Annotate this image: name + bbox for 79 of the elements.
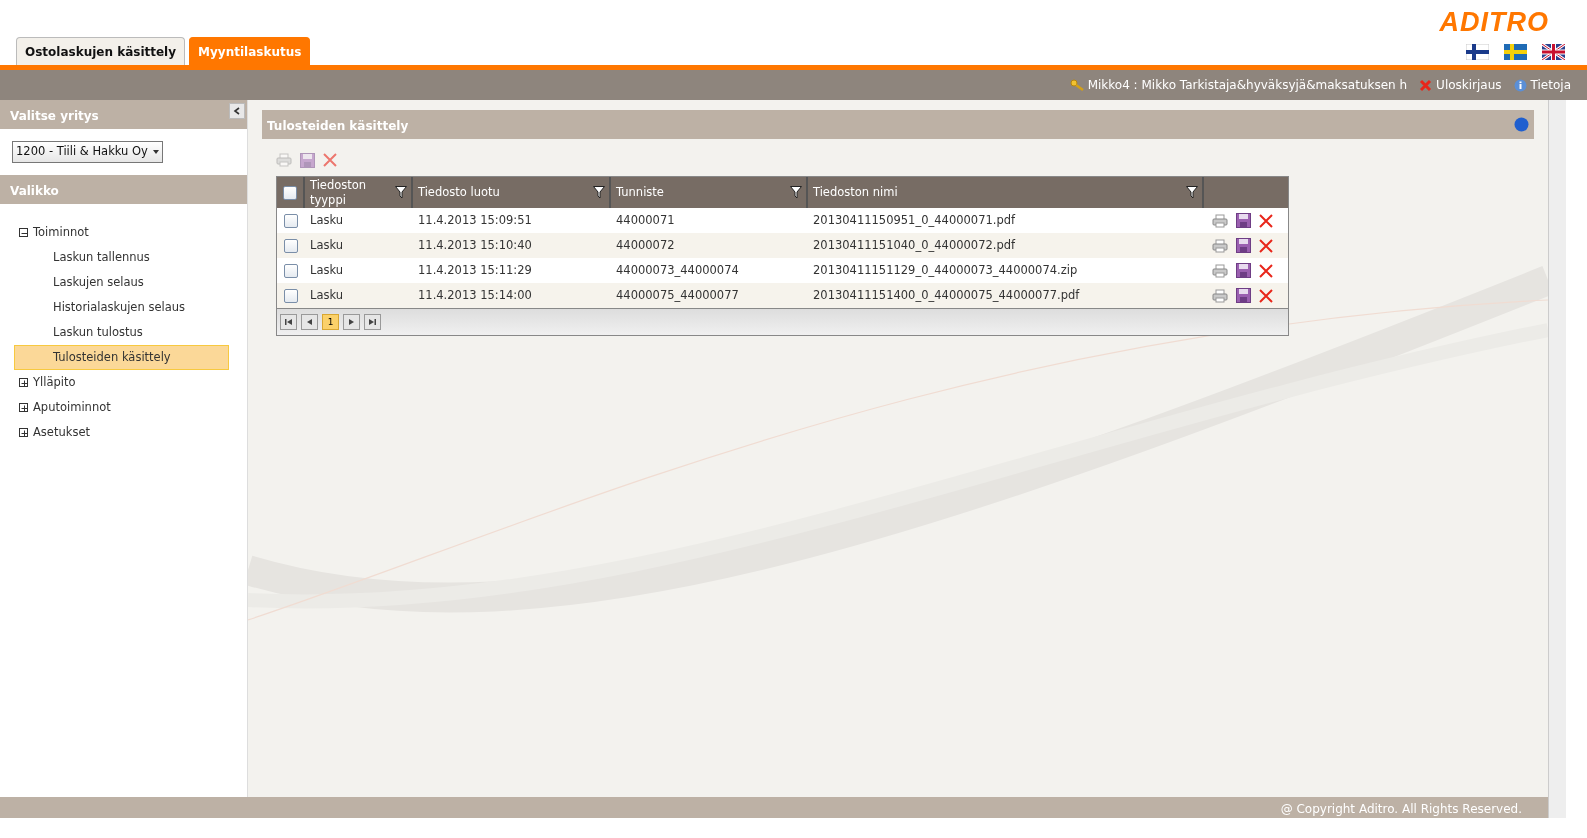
printer-icon[interactable] bbox=[1212, 263, 1228, 278]
filter-icon[interactable] bbox=[395, 186, 407, 199]
save-icon[interactable] bbox=[1236, 238, 1251, 253]
filter-icon[interactable] bbox=[790, 186, 802, 199]
chevron-icon bbox=[233, 107, 241, 115]
column-header[interactable]: Tiedosto luotu bbox=[418, 185, 500, 200]
scrollbar[interactable] bbox=[1548, 100, 1566, 818]
delete-icon[interactable] bbox=[1259, 238, 1273, 253]
delete-icon[interactable] bbox=[323, 153, 337, 168]
expand-icon[interactable] bbox=[19, 378, 28, 387]
checkbox[interactable] bbox=[284, 213, 298, 228]
column-header[interactable]: Tiedoston nimi bbox=[813, 185, 898, 200]
delete-icon[interactable] bbox=[1259, 263, 1273, 278]
table-cell-text: 20130411151040_0_44000072.pdf bbox=[812, 236, 1017, 254]
save-icon[interactable] bbox=[1236, 288, 1251, 303]
table-cell-text: 11.4.2013 15:09:51 bbox=[417, 211, 533, 229]
expand-icon[interactable] bbox=[19, 428, 28, 437]
table-cell-text: Lasku bbox=[309, 236, 345, 254]
table-cell-text: 20130411150951_0_44000071.pdf bbox=[812, 211, 1017, 229]
checkbox[interactable] bbox=[283, 185, 297, 200]
app-tab[interactable]: Ostolaskujen käsittely bbox=[16, 37, 186, 65]
column-header[interactable]: Tiedoston tyyppi bbox=[310, 178, 380, 207]
table-cell-text: 11.4.2013 15:14:00 bbox=[417, 286, 533, 304]
printer-icon[interactable] bbox=[1212, 288, 1228, 303]
delete-icon[interactable] bbox=[1259, 288, 1273, 303]
logo: ADITRO bbox=[1439, 6, 1549, 39]
panel-title: Tulosteiden käsittely bbox=[267, 118, 409, 132]
company-select[interactable]: 1200 - Tiili & Hakku Oy bbox=[12, 141, 163, 163]
table-cell-text: 11.4.2013 15:10:40 bbox=[417, 236, 533, 254]
user-name: Mikko4 : Mikko Tarkistaja&hyväksyjä&maksatuksen h bbox=[1087, 77, 1408, 94]
sidebar-heading: Valikko bbox=[0, 175, 247, 204]
column-header[interactable]: Tunniste bbox=[616, 185, 664, 200]
info-link[interactable]: Tietoja bbox=[1530, 76, 1571, 94]
menu-group[interactable]: Ylläpito bbox=[33, 373, 76, 392]
collapse-icon[interactable] bbox=[19, 228, 28, 237]
key-icon bbox=[1069, 79, 1084, 91]
union-flag-icon[interactable] bbox=[1542, 44, 1565, 60]
table-cell-text: Lasku bbox=[309, 261, 345, 279]
sidebar-heading: Valitse yritys bbox=[0, 100, 247, 129]
table-cell-text: 44000075_44000077 bbox=[615, 286, 740, 304]
previous-page-icon[interactable] bbox=[301, 314, 318, 330]
menu-item[interactable]: Tulosteiden käsittely bbox=[14, 345, 229, 370]
table-cell-text: 20130411151400_0_44000075_44000077.pdf bbox=[812, 286, 1081, 304]
menu-group[interactable]: Aputoiminnot bbox=[33, 398, 111, 417]
logout-link[interactable]: Uloskirjaus bbox=[1436, 76, 1502, 94]
cross-flag-icon[interactable] bbox=[1466, 44, 1489, 60]
table-cell-text: 20130411151129_0_44000073_44000074.zip bbox=[812, 261, 1079, 279]
first-page-icon[interactable] bbox=[280, 314, 297, 330]
save-icon[interactable] bbox=[1236, 213, 1251, 228]
last-page-icon[interactable] bbox=[364, 314, 381, 330]
printer-icon[interactable] bbox=[1212, 213, 1228, 228]
expand-icon[interactable] bbox=[19, 403, 28, 412]
menu-item[interactable]: Laskujen selaus bbox=[14, 270, 229, 295]
menu-group[interactable]: Asetukset bbox=[33, 423, 90, 442]
table-cell-text: 44000071 bbox=[615, 211, 676, 229]
filter-icon[interactable] bbox=[1186, 186, 1198, 199]
table-cell-text: 44000073_44000074 bbox=[615, 261, 740, 279]
menu-item[interactable]: Laskun tallennus bbox=[14, 245, 229, 270]
menu-item[interactable]: Laskun tulostus bbox=[14, 320, 229, 345]
table-cell-text: 44000072 bbox=[615, 236, 676, 254]
next-page-icon[interactable] bbox=[343, 314, 360, 330]
table-cell-text: 11.4.2013 15:11:29 bbox=[417, 261, 533, 279]
checkbox[interactable] bbox=[284, 288, 298, 303]
checkbox[interactable] bbox=[284, 238, 298, 253]
printer-icon[interactable] bbox=[1212, 238, 1228, 253]
table-cell-text: Lasku bbox=[309, 286, 345, 304]
page-button[interactable]: 1 bbox=[322, 314, 339, 330]
table-cell-text: Lasku bbox=[309, 211, 345, 229]
menu-group[interactable]: Toiminnot bbox=[33, 223, 89, 242]
menu-item[interactable]: Historialaskujen selaus bbox=[14, 295, 229, 320]
copyright-text: @ Copyright Aditro. All Rights Reserved. bbox=[1280, 802, 1522, 816]
save-icon[interactable] bbox=[1236, 263, 1251, 278]
info-icon bbox=[1513, 78, 1527, 92]
close-icon bbox=[1419, 78, 1433, 92]
filter-icon[interactable] bbox=[593, 186, 605, 199]
collapse-button[interactable] bbox=[229, 103, 245, 119]
delete-icon[interactable] bbox=[1259, 213, 1273, 228]
checkbox[interactable] bbox=[284, 263, 298, 278]
caret-icon bbox=[153, 149, 159, 154]
